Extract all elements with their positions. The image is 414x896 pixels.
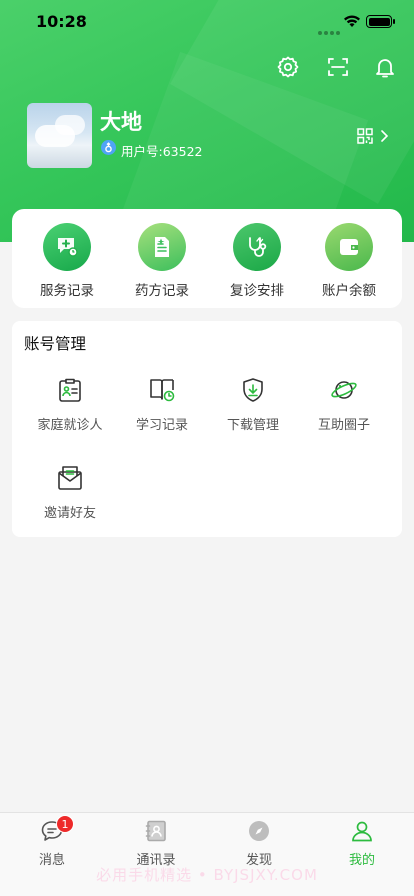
user-name: 大地 xyxy=(100,110,142,134)
planet-icon xyxy=(331,381,357,399)
profile-icon xyxy=(350,819,374,843)
stethoscope-icon xyxy=(233,223,281,271)
contacts-icon xyxy=(144,819,168,843)
account-item-label: 下载管理 xyxy=(226,418,279,433)
account-balance-button[interactable]: 账户余额 xyxy=(304,223,394,299)
service-label: 药方记录 xyxy=(135,283,189,299)
unread-badge: 1 xyxy=(56,815,74,833)
scan-icon[interactable] xyxy=(326,55,350,79)
profile-header: 10:28 大地 用户号:63522 xyxy=(0,0,414,242)
message-icon: 1 xyxy=(40,815,74,843)
section-title: 账号管理 xyxy=(24,335,87,353)
chevron-right-icon[interactable] xyxy=(379,129,389,143)
status-bar: 10:28 xyxy=(0,0,414,44)
user-id: 用户号:63522 xyxy=(121,144,203,159)
account-item-label: 学习记录 xyxy=(135,418,188,433)
study-record-button[interactable]: 学习记录 xyxy=(117,376,207,433)
service-card: 服务记录 药方记录 复诊安排 账户余额 xyxy=(12,209,402,308)
qr-code-icon[interactable] xyxy=(357,128,373,144)
mutual-help-circle-button[interactable]: 互助圈子 xyxy=(299,376,389,433)
prescription-icon xyxy=(138,223,186,271)
bell-icon[interactable] xyxy=(373,55,397,79)
tab-contacts[interactable]: 通讯录 xyxy=(116,819,196,868)
download-manage-button[interactable]: 下载管理 xyxy=(208,376,298,433)
download-manage-icon xyxy=(243,378,263,402)
invite-mail-icon xyxy=(58,466,82,490)
service-label: 账户余额 xyxy=(322,283,376,299)
tab-discover[interactable]: 发现 xyxy=(219,819,299,868)
prescription-record-button[interactable]: 药方记录 xyxy=(117,223,207,299)
service-label: 复诊安排 xyxy=(230,283,284,299)
family-patient-button[interactable]: 家庭就诊人 xyxy=(25,376,115,433)
avatar[interactable] xyxy=(27,103,92,168)
follow-up-button[interactable]: 复诊安排 xyxy=(212,223,302,299)
service-record-icon xyxy=(43,223,91,271)
account-item-label: 家庭就诊人 xyxy=(37,418,103,433)
tab-mine[interactable]: 我的 xyxy=(322,819,402,868)
invite-friends-button[interactable]: 邀请好友 xyxy=(25,464,115,521)
settings-icon[interactable] xyxy=(276,55,300,79)
account-item-label: 互助圈子 xyxy=(317,418,370,433)
study-record-icon xyxy=(150,379,175,402)
family-patient-icon xyxy=(59,378,81,402)
status-time: 10:28 xyxy=(36,12,87,31)
wifi-icon xyxy=(344,15,360,27)
account-item-label: 邀请好友 xyxy=(43,506,96,521)
tab-messages[interactable]: 1 消息 xyxy=(12,815,92,868)
battery-icon xyxy=(366,15,395,28)
service-record-button[interactable]: 服务记录 xyxy=(22,223,112,299)
gender-male-icon xyxy=(101,140,116,155)
watermark: 必用手机精选 • BYJSJXY.COM xyxy=(96,866,318,884)
wallet-icon xyxy=(325,223,373,271)
service-label: 服务记录 xyxy=(40,283,94,299)
signal-icon xyxy=(318,20,342,39)
account-management-card: 账号管理 家庭就诊人 学习记录 下载管理 互助圈子 邀请好友 xyxy=(12,321,402,537)
compass-icon xyxy=(247,819,271,843)
